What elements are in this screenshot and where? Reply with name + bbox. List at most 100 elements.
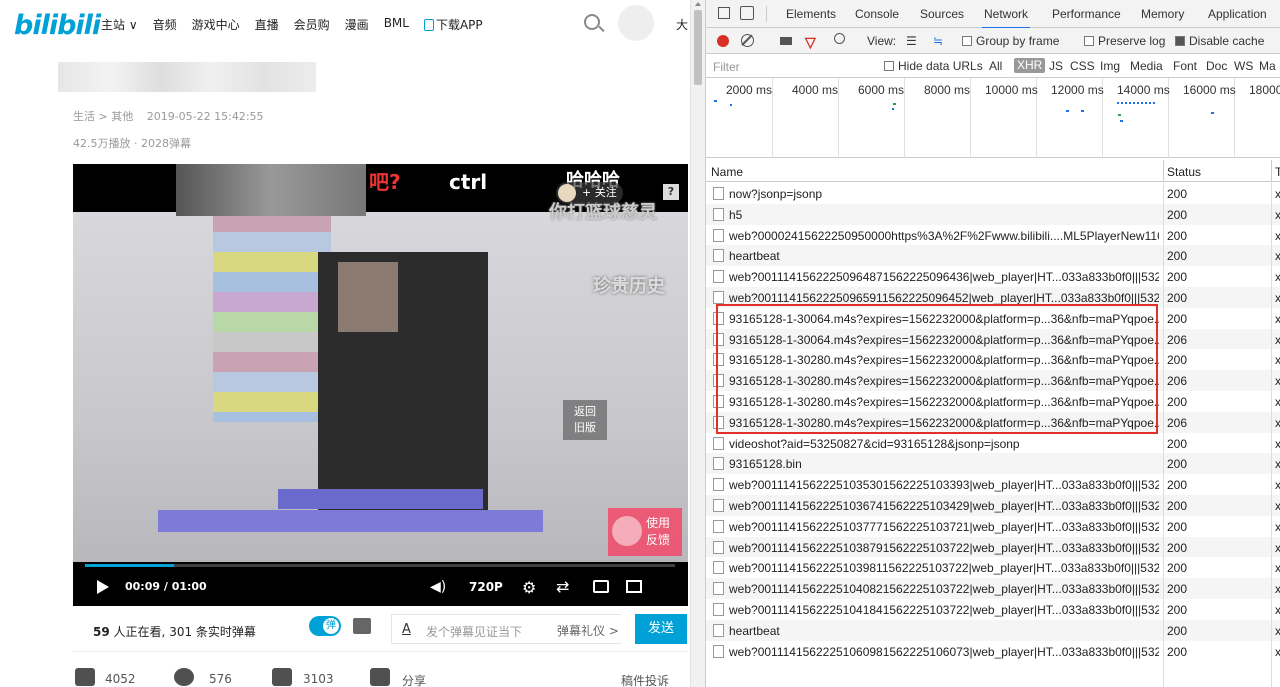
request-row[interactable]: web?0011141562225106098156222510607​3|we… — [706, 641, 1280, 662]
danmaku-placeholder: 发个弹幕见证当下 — [426, 625, 523, 639]
danmaku-icon[interactable] — [593, 580, 609, 593]
danmaku-settings-icon[interactable] — [353, 618, 371, 634]
coin-icon[interactable] — [174, 668, 194, 686]
send-danmaku-button[interactable]: 发送 — [635, 614, 687, 644]
fullscreen-icon[interactable] — [626, 580, 642, 593]
record-icon[interactable] — [717, 35, 729, 47]
group-by-frame-checkbox[interactable]: Group by frame — [962, 34, 1059, 48]
tab-console[interactable]: Console — [855, 7, 899, 21]
scrollbar-thumb[interactable] — [694, 10, 702, 85]
filter-css[interactable]: CSS — [1070, 59, 1095, 73]
danmaku-input[interactable]: A 发个弹幕见证当下 弹幕礼仪 > — [391, 614, 621, 644]
request-row[interactable]: heartbeat 200 x — [706, 619, 1280, 641]
file-icon — [713, 478, 724, 492]
hide-data-urls-checkbox[interactable]: Hide data URLs — [884, 59, 983, 73]
danmaku-etiquette-link[interactable]: 弹幕礼仪 > — [557, 622, 619, 639]
request-row[interactable]: now?jsonp=jsonp 200 x — [706, 183, 1280, 204]
nav-bml[interactable]: BML — [384, 16, 409, 33]
col-status[interactable]: Status — [1167, 165, 1201, 179]
filter-media[interactable]: Media — [1130, 59, 1163, 73]
filter-js[interactable]: JS — [1049, 59, 1063, 73]
filter-ws[interactable]: WS — [1234, 59, 1253, 73]
preserve-log-checkbox[interactable]: Preserve log — [1084, 34, 1165, 48]
file-icon — [713, 187, 724, 200]
request-row[interactable]: web?0011141562225103674156222510342​9|we… — [706, 494, 1280, 516]
share-icon[interactable] — [370, 668, 390, 686]
request-row[interactable]: web?0011141562225103981156222510372​2|we… — [706, 557, 1280, 578]
request-row[interactable]: web?0011141562225103879156222510372​2|we… — [706, 536, 1280, 558]
like-count: 4052 — [105, 672, 136, 686]
network-timeline[interactable]: 2000 ms 4000 ms 6000 ms 8000 ms 10000 ms… — [706, 78, 1280, 158]
watching-count: 59 — [93, 625, 110, 639]
request-row[interactable]: web?00002415622250950000https%3A%2F%2Fww… — [706, 225, 1280, 246]
disable-cache-checkbox[interactable]: Disable cache — [1175, 34, 1264, 48]
tab-network[interactable]: Network — [981, 7, 1031, 29]
video-player[interactable]: 珍贵历史 吧? ctrl 哈哈哈 你打篮球慈灵 + 关注 ? 使用 反馈 00:… — [73, 164, 688, 606]
report-link[interactable]: 稿件投诉 — [621, 672, 669, 687]
nav-manga[interactable]: 漫画 — [345, 16, 369, 33]
page-scrollbar[interactable] — [690, 0, 705, 687]
request-row[interactable]: h5 200 x — [706, 203, 1280, 225]
col-type[interactable]: T — [1275, 165, 1280, 179]
follow-button[interactable]: + 关注 — [556, 182, 623, 204]
device-toolbar-icon[interactable] — [740, 6, 754, 20]
feedback-button[interactable]: 使用 反馈 — [608, 508, 682, 556]
tab-elements[interactable]: Elements — [786, 7, 836, 21]
waterfall-view-icon[interactable]: ≒ — [933, 34, 943, 48]
nav-member-shop[interactable]: 会员购 — [294, 16, 330, 33]
filter-manifest[interactable]: Ma — [1259, 59, 1276, 73]
request-row[interactable]: videoshot?aid=53250827&cid=93165128&json… — [706, 433, 1280, 454]
filter-input[interactable]: Filter — [713, 60, 740, 74]
col-name[interactable]: Name — [711, 165, 743, 179]
tab-application[interactable]: Application — [1208, 7, 1267, 21]
inspect-element-icon[interactable] — [718, 7, 730, 19]
bilibili-logo[interactable]: bilibili — [14, 10, 101, 41]
favorite-star-icon[interactable] — [272, 668, 292, 686]
request-row[interactable]: heartbeat 200 x — [706, 245, 1280, 267]
loop-icon[interactable]: ⇄ — [556, 577, 569, 596]
request-row[interactable]: web?0011141562225104082156222510372​2|we… — [706, 578, 1280, 599]
nav-game-center[interactable]: 游戏中心 — [192, 16, 240, 33]
screenshot-icon[interactable] — [780, 37, 792, 45]
request-type: x — [1275, 519, 1280, 534]
request-row[interactable]: web?0011141562225096487156222509643​6|we… — [706, 266, 1280, 287]
help-icon[interactable]: ? — [663, 184, 679, 200]
progress-bar[interactable] — [85, 564, 675, 567]
filter-icon[interactable]: ▽ — [805, 34, 816, 51]
danmaku-toggle[interactable] — [309, 616, 341, 636]
list-view-icon[interactable]: ☰ — [906, 34, 917, 48]
nav-live[interactable]: 直播 — [255, 16, 279, 33]
nav-download-app[interactable]: 下载APP — [423, 16, 483, 33]
volume-icon[interactable]: ◀) — [430, 579, 446, 595]
nav-right-text[interactable]: 大 — [676, 16, 688, 33]
user-avatar[interactable] — [618, 5, 654, 41]
back-to-old-version-button[interactable]: 返回 旧版 — [563, 400, 607, 440]
filter-all[interactable]: All — [989, 59, 1002, 73]
tab-memory[interactable]: Memory — [1141, 7, 1184, 21]
tab-performance[interactable]: Performance — [1052, 7, 1121, 21]
filter-doc[interactable]: Doc — [1206, 59, 1227, 73]
filter-img[interactable]: Img — [1100, 59, 1120, 73]
scroll-up-arrow-icon[interactable] — [695, 2, 701, 6]
font-style-icon[interactable]: A — [402, 622, 411, 637]
quality-selector[interactable]: 720P — [469, 580, 503, 594]
play-icon[interactable] — [97, 580, 109, 594]
request-row[interactable]: web?0011141562225103777156222510372​1|we… — [706, 516, 1280, 537]
request-row[interactable]: 93165128.bin 200 x — [706, 453, 1280, 475]
request-row[interactable]: web?0011141562225104184156222510372​2|we… — [706, 599, 1280, 620]
nav-main[interactable]: 主站 ∨ — [101, 16, 138, 33]
breadcrumb-section[interactable]: 生活 > 其他 — [73, 110, 133, 123]
filter-font[interactable]: Font — [1173, 59, 1197, 73]
request-row[interactable]: web?0011141562225103530156222510339​3|we… — [706, 474, 1280, 495]
devtools-tabbar: Elements Console Sources Network Perform… — [706, 0, 1280, 29]
filter-xhr[interactable]: XHR — [1014, 58, 1046, 73]
clear-icon[interactable] — [741, 34, 754, 47]
request-status: 200 — [1167, 602, 1188, 617]
nav-audio[interactable]: 音频 — [153, 16, 177, 33]
like-icon[interactable] — [75, 668, 95, 686]
share-label[interactable]: 分享 — [402, 672, 426, 687]
settings-gear-icon[interactable]: ⚙ — [522, 578, 536, 597]
tab-sources[interactable]: Sources — [920, 7, 964, 21]
search-icon[interactable] — [834, 33, 845, 44]
search-icon[interactable] — [584, 14, 600, 30]
